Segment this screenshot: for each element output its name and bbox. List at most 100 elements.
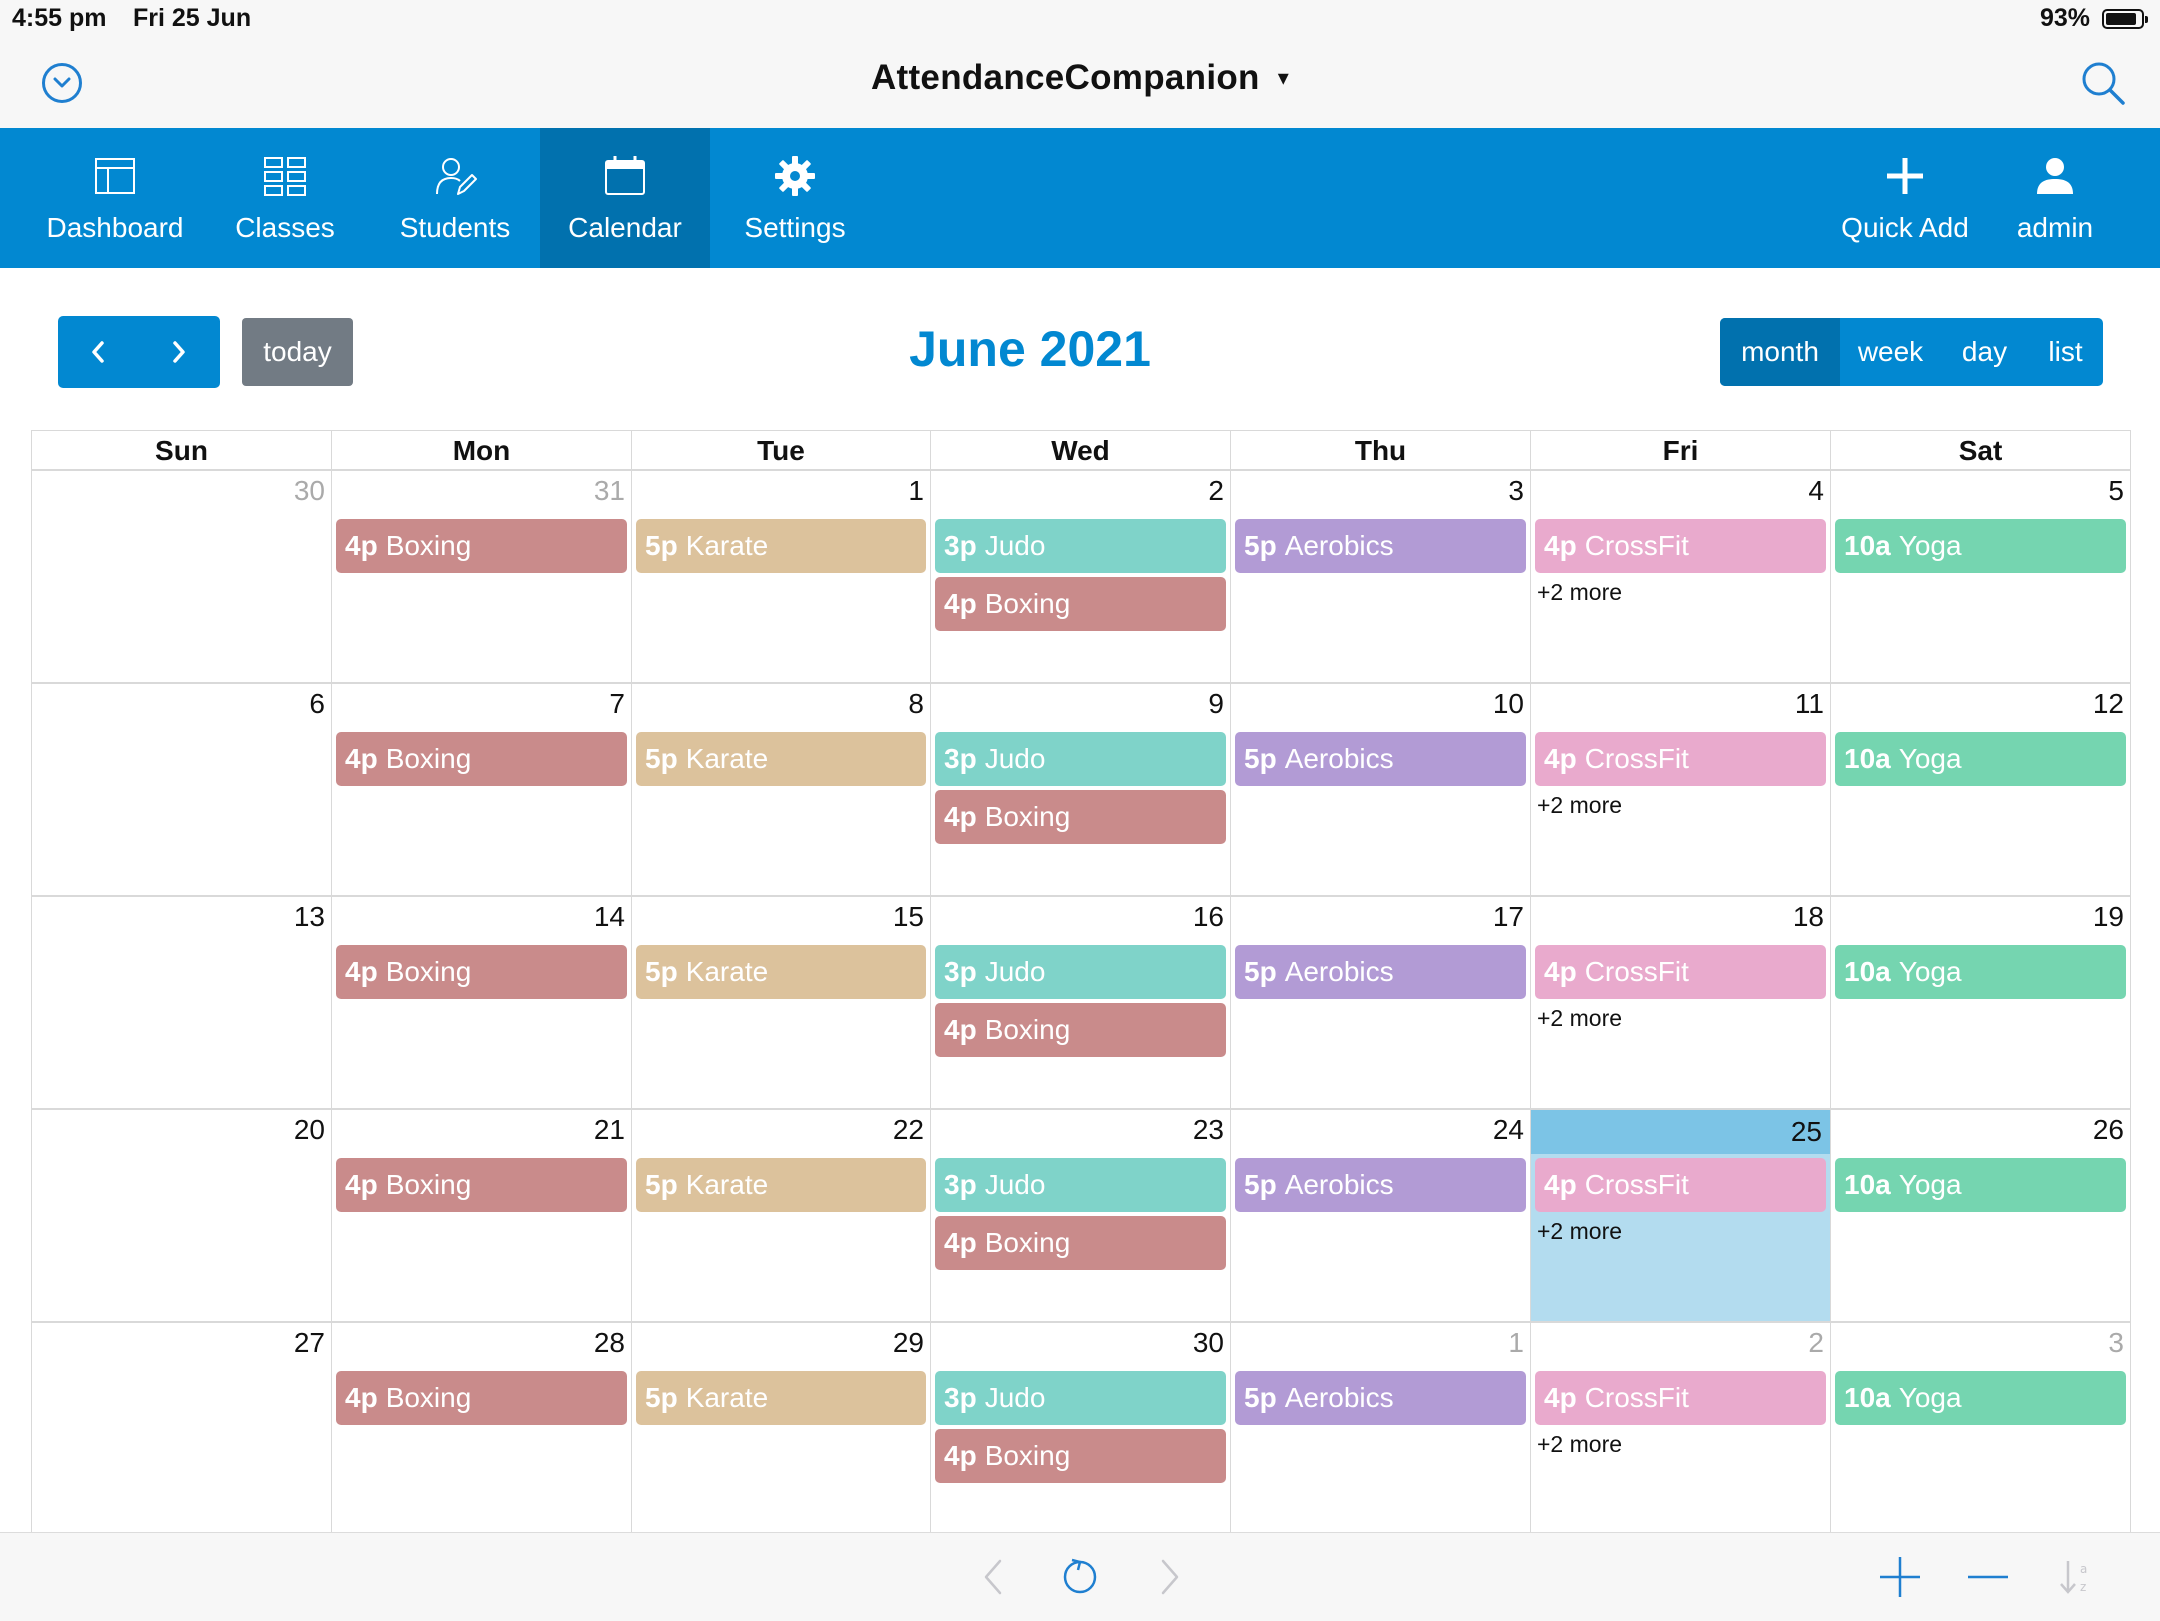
day-number[interactable]: 30 (1193, 1327, 1224, 1367)
event-judo[interactable]: 3p Judo (935, 732, 1226, 786)
day-cell[interactable]: 19 10a Yoga (1830, 896, 2131, 1109)
event-karate[interactable]: 5p Karate (636, 1371, 926, 1425)
day-number[interactable]: 19 (2093, 901, 2124, 941)
view-week-button[interactable]: week (1840, 318, 1941, 386)
day-cell[interactable]: 17 5p Aerobics (1230, 896, 1531, 1109)
day-number[interactable]: 3 (1508, 475, 1524, 515)
day-cell[interactable]: 22 5p Karate (631, 1109, 931, 1322)
nav-students[interactable]: Students (370, 128, 540, 268)
day-number[interactable]: 2 (1208, 475, 1224, 515)
day-number[interactable]: 1 (908, 475, 924, 515)
event-judo[interactable]: 3p Judo (935, 1371, 1226, 1425)
event-boxing[interactable]: 4p Boxing (935, 1003, 1226, 1057)
event-boxing[interactable]: 4p Boxing (935, 577, 1226, 631)
day-number[interactable]: 31 (594, 475, 625, 515)
event-karate[interactable]: 5p Karate (636, 945, 926, 999)
day-cell[interactable]: 18 4p CrossFit +2 more (1530, 896, 1831, 1109)
day-cell[interactable]: 8 5p Karate (631, 683, 931, 896)
event-crossfit[interactable]: 4p CrossFit (1535, 519, 1826, 573)
event-yoga[interactable]: 10a Yoga (1835, 945, 2126, 999)
day-cell[interactable]: 13 (31, 896, 332, 1109)
more-events-link[interactable]: +2 more (1535, 1431, 1826, 1458)
back-arrow-icon[interactable] (980, 1555, 1006, 1599)
event-yoga[interactable]: 10a Yoga (1835, 1158, 2126, 1212)
view-month-button[interactable]: month (1720, 318, 1840, 386)
day-number[interactable]: 6 (309, 688, 325, 728)
day-number[interactable]: 29 (893, 1327, 924, 1367)
day-number[interactable]: 12 (2093, 688, 2124, 728)
view-day-button[interactable]: day (1941, 318, 2028, 386)
event-boxing[interactable]: 4p Boxing (336, 945, 627, 999)
day-cell[interactable]: 1 5p Aerobics (1230, 1322, 1531, 1535)
more-events-link[interactable]: +2 more (1535, 792, 1826, 819)
more-events-link[interactable]: +2 more (1535, 1218, 1826, 1245)
day-number[interactable]: 1 (1508, 1327, 1524, 1367)
day-number[interactable]: 2 (1808, 1327, 1824, 1367)
day-number[interactable]: 30 (294, 475, 325, 515)
day-cell[interactable]: 11 4p CrossFit +2 more (1530, 683, 1831, 896)
sort-icon[interactable]: az (2058, 1555, 2094, 1599)
event-yoga[interactable]: 10a Yoga (1835, 1371, 2126, 1425)
day-cell[interactable]: 2 4p CrossFit +2 more (1530, 1322, 1831, 1535)
day-number[interactable]: 22 (893, 1114, 924, 1154)
event-boxing[interactable]: 4p Boxing (935, 1216, 1226, 1270)
zoom-out-icon[interactable] (1966, 1555, 2010, 1599)
day-cell[interactable]: 21 4p Boxing (331, 1109, 632, 1322)
event-aerobics[interactable]: 5p Aerobics (1235, 519, 1526, 573)
nav-classes[interactable]: Classes (200, 128, 370, 268)
event-judo[interactable]: 3p Judo (935, 1158, 1226, 1212)
day-number[interactable]: 23 (1193, 1114, 1224, 1154)
day-cell[interactable]: 3 5p Aerobics (1230, 470, 1531, 683)
day-cell[interactable]: 28 4p Boxing (331, 1322, 632, 1535)
day-number[interactable]: 8 (908, 688, 924, 728)
next-month-button[interactable] (139, 316, 220, 388)
day-number[interactable]: 17 (1493, 901, 1524, 941)
day-cell[interactable]: 14 4p Boxing (331, 896, 632, 1109)
day-number[interactable]: 13 (294, 901, 325, 941)
day-number[interactable]: 26 (2093, 1114, 2124, 1154)
event-karate[interactable]: 5p Karate (636, 732, 926, 786)
day-number[interactable]: 20 (294, 1114, 325, 1154)
nav-dashboard[interactable]: Dashboard (30, 128, 200, 268)
event-crossfit[interactable]: 4p CrossFit (1535, 945, 1826, 999)
day-cell[interactable]: 20 (31, 1109, 332, 1322)
event-aerobics[interactable]: 5p Aerobics (1235, 945, 1526, 999)
day-cell[interactable]: 6 (31, 683, 332, 896)
day-number[interactable]: 16 (1193, 901, 1224, 941)
day-number[interactable]: 18 (1793, 901, 1824, 941)
day-number[interactable]: 21 (594, 1114, 625, 1154)
day-cell[interactable]: 26 10a Yoga (1830, 1109, 2131, 1322)
day-number[interactable]: 24 (1493, 1114, 1524, 1154)
event-boxing[interactable]: 4p Boxing (935, 1429, 1226, 1483)
day-cell[interactable]: 3 10a Yoga (1830, 1322, 2131, 1535)
day-cell-today[interactable]: 25 4p CrossFit +2 more (1530, 1109, 1831, 1322)
day-number[interactable]: 11 (1795, 688, 1824, 728)
more-events-link[interactable]: +2 more (1535, 1005, 1826, 1032)
reload-icon[interactable] (1058, 1555, 1102, 1599)
user-menu-button[interactable]: admin (1990, 128, 2120, 268)
nav-calendar[interactable]: Calendar (540, 128, 710, 268)
nav-settings[interactable]: Settings (710, 128, 880, 268)
day-number[interactable]: 10 (1493, 688, 1524, 728)
day-cell[interactable]: 24 5p Aerobics (1230, 1109, 1531, 1322)
quick-add-button[interactable]: Quick Add (1830, 128, 1980, 268)
event-aerobics[interactable]: 5p Aerobics (1235, 1158, 1526, 1212)
event-crossfit[interactable]: 4p CrossFit (1535, 732, 1826, 786)
day-cell[interactable]: 9 3p Judo 4p Boxing (930, 683, 1231, 896)
day-number[interactable]: 15 (893, 901, 924, 941)
day-cell[interactable]: 27 (31, 1322, 332, 1535)
day-cell[interactable]: 23 3p Judo 4p Boxing (930, 1109, 1231, 1322)
event-crossfit[interactable]: 4p CrossFit (1535, 1158, 1826, 1212)
event-karate[interactable]: 5p Karate (636, 1158, 926, 1212)
event-yoga[interactable]: 10a Yoga (1835, 519, 2126, 573)
search-icon[interactable] (2080, 60, 2126, 111)
day-cell[interactable]: 10 5p Aerobics (1230, 683, 1531, 896)
day-number[interactable]: 7 (609, 688, 625, 728)
event-aerobics[interactable]: 5p Aerobics (1235, 1371, 1526, 1425)
event-crossfit[interactable]: 4p CrossFit (1535, 1371, 1826, 1425)
day-cell[interactable]: 16 3p Judo 4p Boxing (930, 896, 1231, 1109)
day-number[interactable]: 5 (2108, 475, 2124, 515)
app-title-menu[interactable]: AttendanceCompanion ▾ (0, 58, 2160, 98)
event-boxing[interactable]: 4p Boxing (935, 790, 1226, 844)
day-cell[interactable]: 12 10a Yoga (1830, 683, 2131, 896)
